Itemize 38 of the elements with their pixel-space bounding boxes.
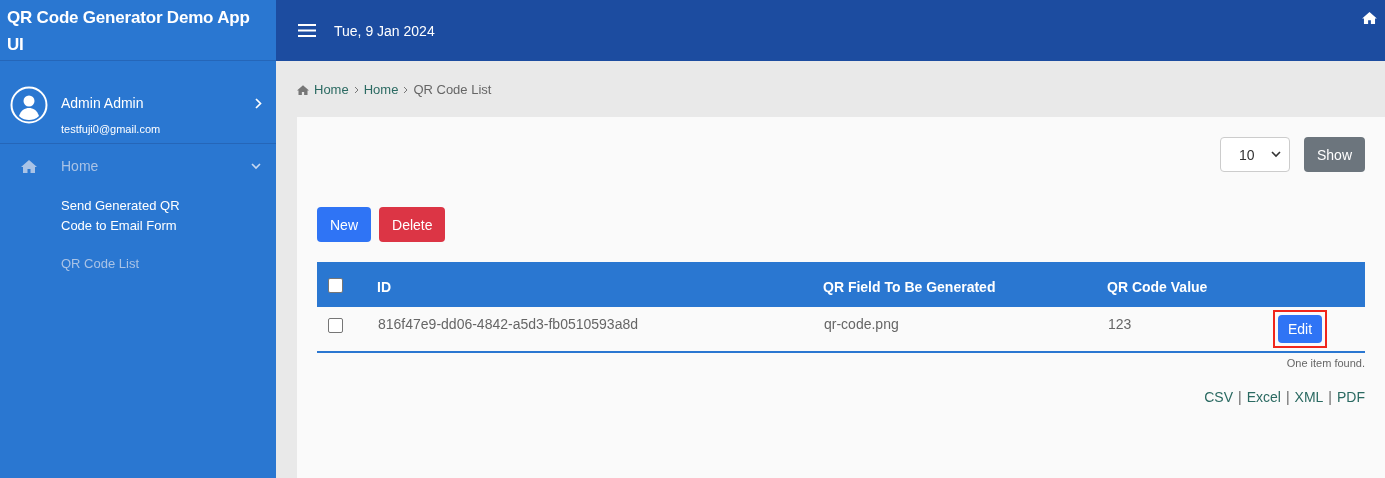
breadcrumb-link[interactable]: Home (363, 82, 399, 97)
breadcrumb-current: QR Code List (413, 82, 492, 97)
page-size-select[interactable]: 10 (1220, 137, 1290, 172)
separator: | (1285, 389, 1290, 405)
row-checkbox[interactable] (328, 317, 343, 333)
result-count: One item found. (1285, 357, 1365, 369)
column-header: QR Code Value (1107, 262, 1270, 307)
table-cell: 123 (1107, 307, 1270, 352)
home-icon (297, 84, 309, 95)
export-link[interactable]: Excel (1246, 389, 1281, 405)
separator: | (1328, 389, 1332, 405)
export-link[interactable]: XML (1294, 389, 1324, 405)
home-icon (21, 159, 37, 173)
show-button[interactable]: Show (1304, 137, 1365, 172)
user-email: testfuji0@gmail.com (61, 123, 162, 135)
new-button[interactable]: New (317, 207, 371, 242)
sidebar-subitem[interactable]: Send Generated QR Code to Email Form (61, 196, 201, 236)
table-cell: qr-code.png (823, 307, 1107, 352)
breadcrumb-link[interactable]: Home (314, 82, 349, 97)
menu-icon[interactable] (298, 24, 316, 37)
user-name: Admin Admin (61, 95, 145, 111)
separator-icon (403, 85, 409, 94)
select-all-checkbox[interactable] (328, 277, 343, 293)
separator: | (1238, 389, 1242, 405)
column-header: ID (377, 262, 823, 307)
export-link[interactable]: PDF (1337, 389, 1365, 405)
chevron-down-icon (1271, 151, 1281, 158)
chevron-right-icon[interactable] (255, 98, 262, 109)
avatar-icon (10, 86, 48, 124)
delete-button[interactable]: Delete (379, 207, 446, 242)
table-cell: 816f47e9-dd06-4842-a5d3-fb0510593a8d (377, 307, 823, 352)
column-header: QR Field To Be Generated (823, 262, 1107, 307)
separator-icon (353, 85, 359, 94)
chevron-down-icon (251, 162, 261, 170)
home-icon[interactable] (1362, 11, 1377, 24)
edit-button[interactable]: Edit (1278, 315, 1323, 343)
export-link[interactable]: CSV (1204, 389, 1234, 405)
date-text: Tue, 9 Jan 2024 (334, 22, 435, 39)
